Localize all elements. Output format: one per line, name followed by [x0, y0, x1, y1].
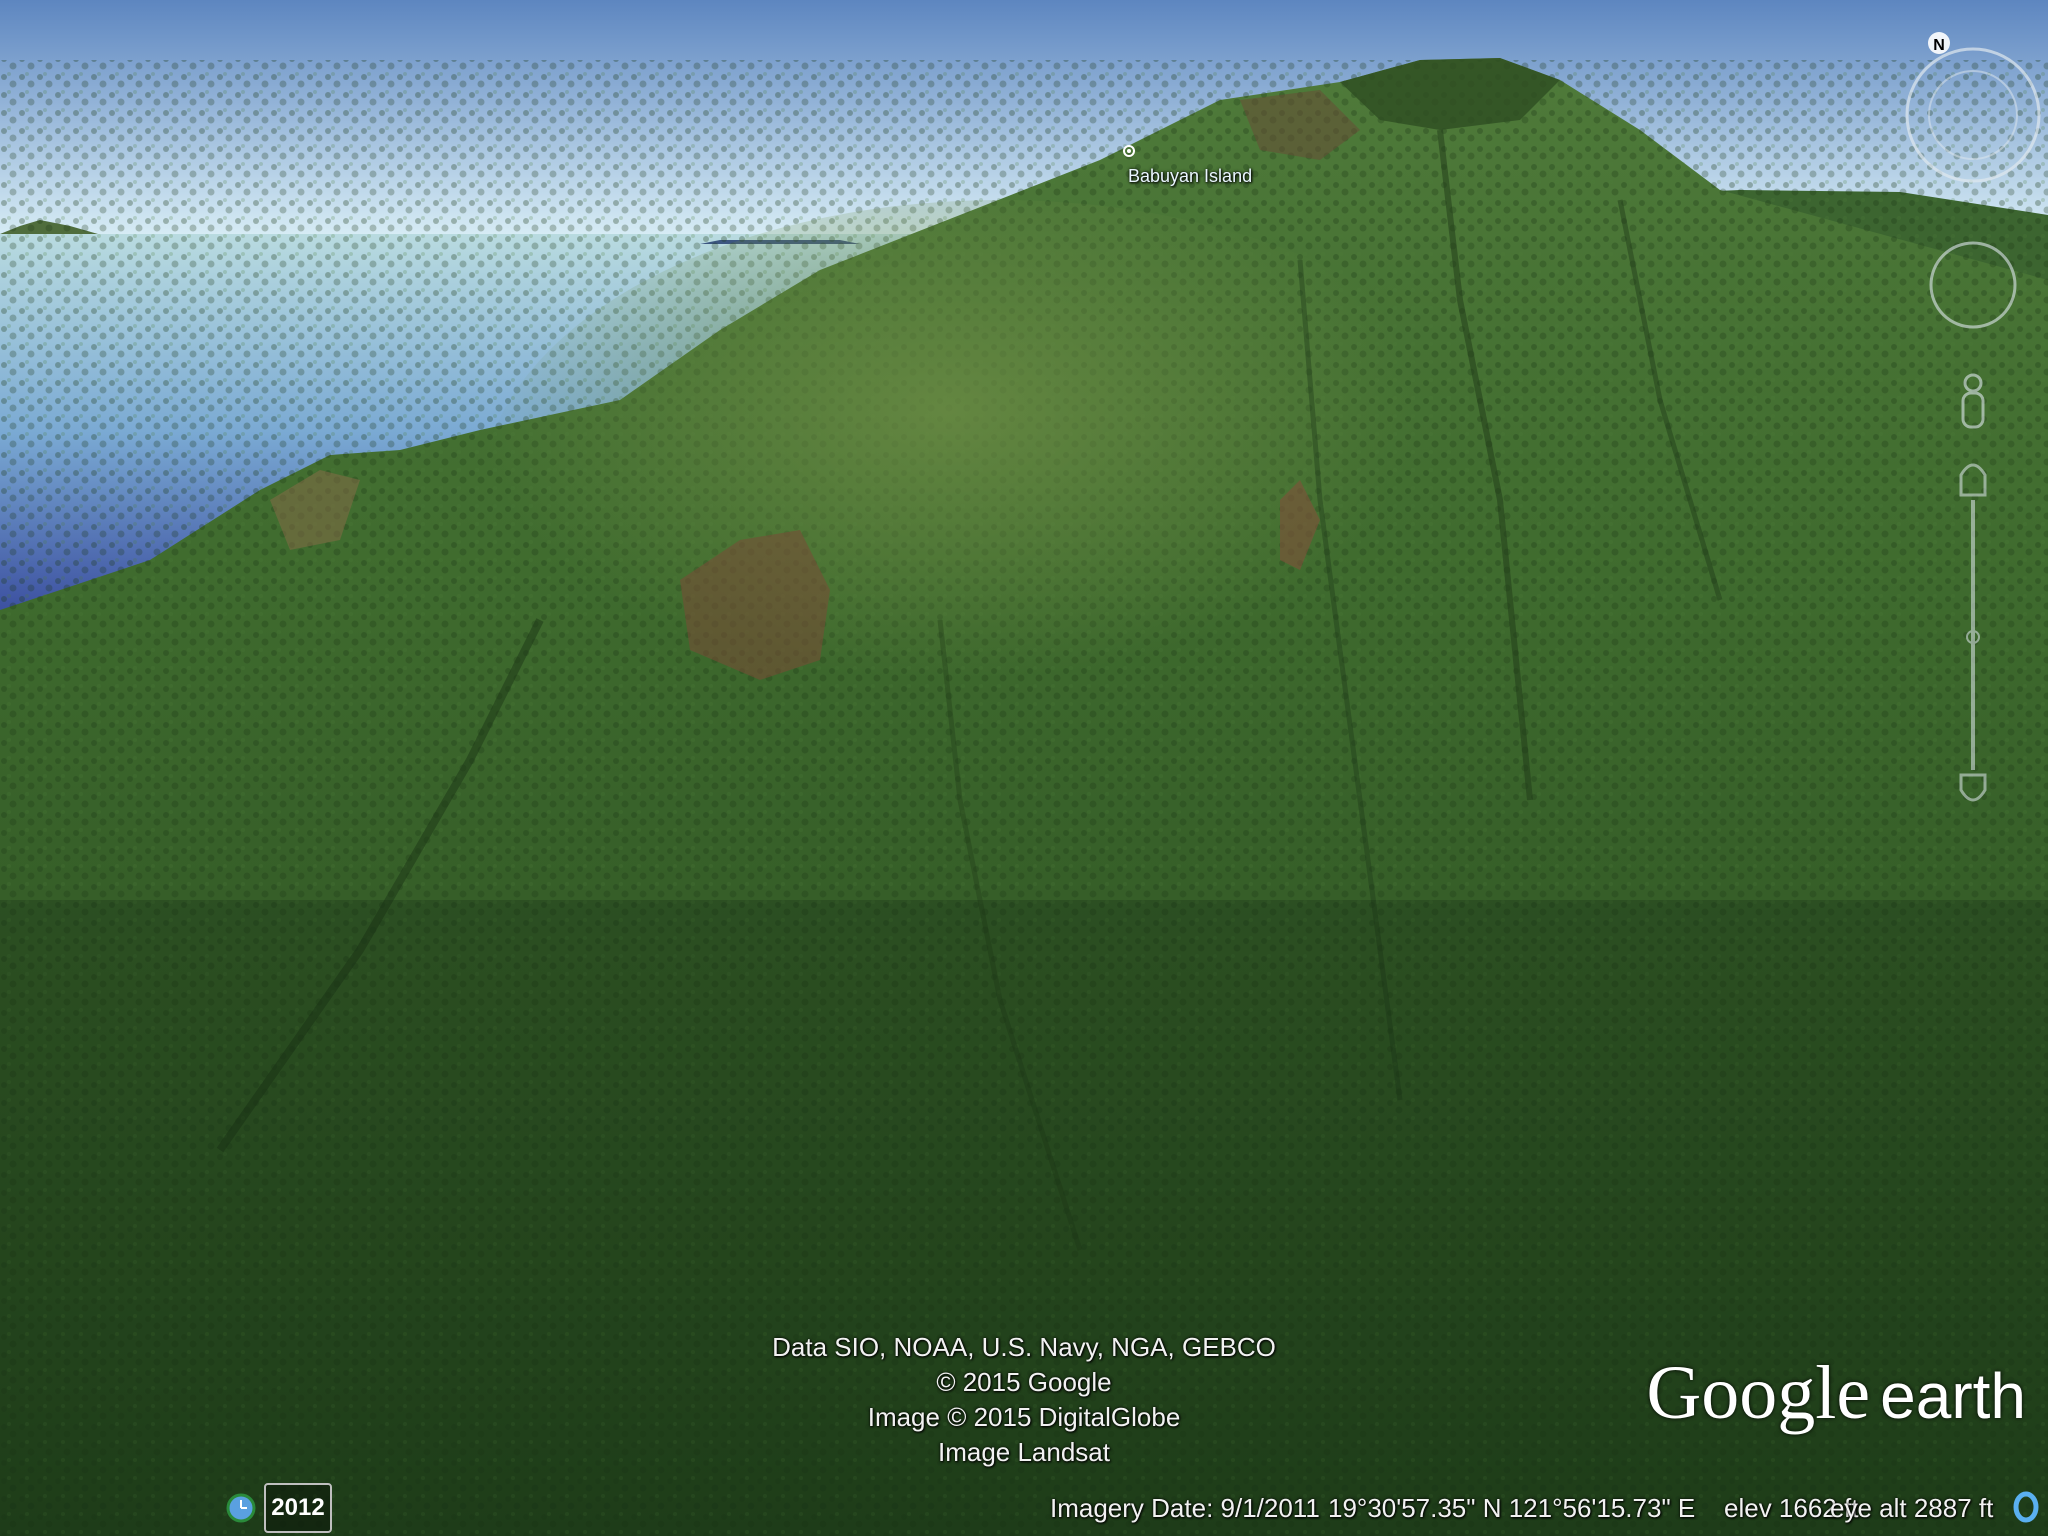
attribution-line: Image Landsat — [937, 1437, 1110, 1467]
street-view-pegman-icon[interactable] — [1961, 373, 1985, 429]
compass-ring[interactable] — [1905, 32, 2041, 183]
navigation-controls[interactable]: N — [1905, 25, 2045, 805]
place-marker-icon[interactable] — [1122, 144, 1136, 158]
google-earth-logo: Google earth — [1646, 1350, 2026, 1437]
look-joystick[interactable] — [1929, 241, 2017, 329]
imagery-year-button[interactable]: 2012 — [264, 1483, 332, 1533]
summit-light — [480, 200, 1520, 800]
terrain-view[interactable] — [0, 0, 2048, 1536]
streaming-status-icon — [2013, 1491, 2039, 1523]
logo-product: earth — [1880, 1360, 2026, 1432]
logo-brand: Google — [1646, 1351, 1871, 1435]
north-label: N — [1933, 37, 1945, 54]
coordinates-readout: 19°30'57.35" N 121°56'15.73" E — [1328, 1493, 1696, 1523]
place-label[interactable]: Babuyan Island — [1128, 166, 1252, 187]
zoom-slider[interactable] — [1959, 463, 1987, 802]
historical-imagery-clock-icon[interactable] — [226, 1493, 256, 1523]
eye-altitude-readout: eye alt 2887 ft — [1830, 1493, 1994, 1523]
imagery-date: Imagery Date: 9/1/2011 — [1050, 1493, 1320, 1523]
